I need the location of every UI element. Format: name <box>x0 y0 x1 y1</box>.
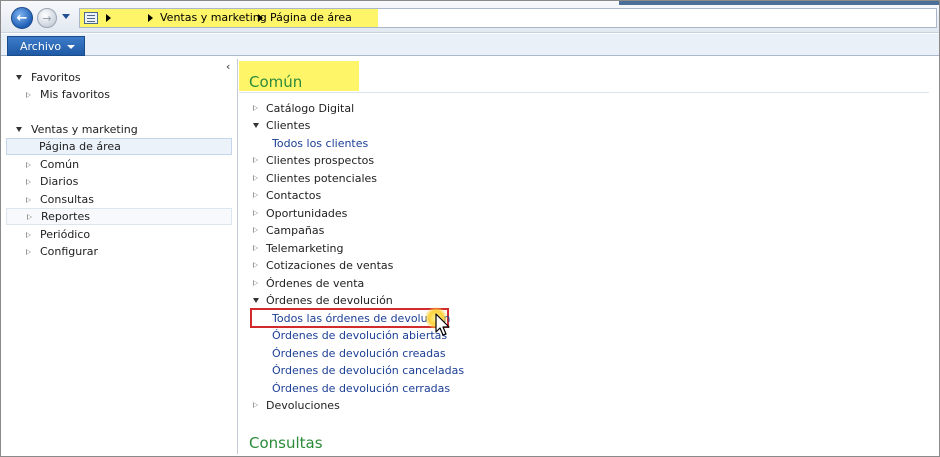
menu-item-label: Oportunidades <box>266 206 348 220</box>
tree-item-area-page[interactable]: Página de área <box>6 138 232 155</box>
back-button[interactable]: ← <box>11 7 33 29</box>
expanded-icon <box>16 127 22 132</box>
menu-item-label: Contactos <box>266 188 322 202</box>
collapsed-icon <box>253 210 258 216</box>
tree-item-inquiries[interactable]: Consultas <box>6 191 232 208</box>
section-divider <box>239 92 929 93</box>
menu-item-label: Órdenes de venta <box>266 276 365 290</box>
link-all-customers[interactable]: Todos los clientes <box>272 135 368 151</box>
link-open-return-orders[interactable]: Órdenes de devolución abiertas <box>272 327 447 343</box>
collapsed-icon <box>26 178 31 185</box>
tree-item-common[interactable]: Común <box>6 156 232 173</box>
pane-splitter[interactable] <box>237 59 238 454</box>
section-title-inquiries: Consultas <box>249 434 323 452</box>
mouse-cursor <box>425 307 455 339</box>
app-window: ← → Ventas y marketing Página de área Ar… <box>0 0 940 457</box>
menu-item-prospects[interactable]: Clientes prospectos <box>239 152 374 168</box>
address-bar[interactable]: Ventas y marketing Página de área <box>79 8 937 28</box>
file-menu-button[interactable]: Archivo <box>7 36 85 56</box>
collapsed-icon <box>26 161 31 168</box>
pointer-icon <box>435 313 450 336</box>
file-menu-label: Archivo <box>20 39 62 53</box>
menu-item-potential-customers[interactable]: Clientes potenciales <box>239 170 377 186</box>
menu-group-return-orders[interactable]: Órdenes de devolución <box>239 292 393 308</box>
collapsed-icon <box>253 280 258 286</box>
collapsed-icon <box>26 196 31 203</box>
tree-item-setup[interactable]: Configurar <box>6 243 232 260</box>
expanded-icon <box>253 122 259 128</box>
tree-item-label: Configurar <box>40 245 99 258</box>
tree-group-favorites[interactable]: Favoritos <box>6 69 232 86</box>
tree-item-label: Mis favoritos <box>40 88 110 101</box>
chevron-right-icon[interactable] <box>106 14 111 22</box>
collapsed-icon <box>253 175 258 181</box>
tree-group-sales-marketing[interactable]: Ventas y marketing <box>6 121 232 138</box>
collapsed-icon <box>26 231 31 238</box>
collapsed-icon <box>253 157 258 163</box>
tree-item-label: Reportes <box>41 210 90 223</box>
tree-item-reports[interactable]: Reportes <box>6 208 232 225</box>
expanded-icon <box>253 297 259 303</box>
collapsed-icon <box>253 262 258 268</box>
collapsed-icon <box>26 248 31 255</box>
menu-item-sales-quotations[interactable]: Cotizaciones de ventas <box>239 257 393 273</box>
history-dropdown-icon[interactable] <box>62 14 70 19</box>
menu-group-customers[interactable]: Clientes <box>239 117 310 133</box>
collapsed-icon <box>253 402 258 408</box>
chevron-right-icon[interactable] <box>258 14 263 22</box>
tree-item-journals[interactable]: Diarios <box>6 173 232 190</box>
tree-group-label: Ventas y marketing <box>31 123 138 136</box>
arrow-left-icon: ← <box>16 10 28 26</box>
tree-item-label: Común <box>40 158 80 171</box>
menu-item-digital-catalog[interactable]: Catálogo Digital <box>239 100 354 116</box>
collapsed-icon <box>253 192 258 198</box>
tree-group-label: Favoritos <box>31 71 81 84</box>
menu-item-label: Órdenes de devolución <box>266 293 393 307</box>
chevron-down-icon <box>67 45 75 49</box>
menu-item-label: Campañas <box>266 223 325 237</box>
collapsed-icon <box>253 245 258 251</box>
menu-item-telemarketing[interactable]: Telemarketing <box>239 240 344 256</box>
menu-item-campaigns[interactable]: Campañas <box>239 222 324 238</box>
tree-item-label: Periódico <box>40 228 91 241</box>
forward-button[interactable]: → <box>37 8 57 28</box>
tree-item-label: Consultas <box>40 193 94 206</box>
menu-item-sales-orders[interactable]: Órdenes de venta <box>239 275 364 291</box>
navigation-pane: ‹ Favoritos Mis favoritos Ventas y marke… <box>6 59 236 454</box>
menu-item-label: Devoluciones <box>266 398 340 412</box>
menu-item-returns[interactable]: Devoluciones <box>239 397 340 413</box>
menu-item-opportunities[interactable]: Oportunidades <box>239 205 347 221</box>
link-closed-return-orders[interactable]: Órdenes de devolución cerradas <box>272 380 450 396</box>
section-title-common: Común <box>239 61 359 91</box>
link-canceled-return-orders[interactable]: Órdenes de devolución canceladas <box>272 362 464 378</box>
chevron-right-icon[interactable] <box>148 14 153 22</box>
collapsed-icon <box>253 227 258 233</box>
collapsed-icon <box>253 105 258 111</box>
menu-item-label: Clientes <box>266 118 311 132</box>
breadcrumb-page[interactable]: Página de área <box>270 11 352 24</box>
menu-item-contacts[interactable]: Contactos <box>239 187 321 203</box>
menu-item-label: Cotizaciones de ventas <box>266 258 394 272</box>
tree-item-my-favorites[interactable]: Mis favoritos <box>6 86 232 103</box>
tree-item-label: Página de área <box>39 140 121 153</box>
arrow-right-icon: → <box>42 11 52 25</box>
ribbon: Archivo <box>1 34 939 56</box>
tree-item-label: Diarios <box>40 175 79 188</box>
menu-item-label: Clientes potenciales <box>266 171 378 185</box>
area-page-content: Común Catálogo Digital Clientes Todos lo… <box>239 59 929 454</box>
menu-item-label: Catálogo Digital <box>266 101 355 115</box>
link-all-return-orders[interactable]: Todos las órdenes de devolución <box>272 310 450 326</box>
grid-icon[interactable] <box>84 12 98 24</box>
link-created-return-orders[interactable]: Órdenes de devolución creadas <box>272 345 446 361</box>
collapsed-icon <box>27 213 32 220</box>
collapsed-icon <box>26 91 31 98</box>
navigation-bar: ← → Ventas y marketing Página de área <box>1 1 939 33</box>
menu-item-label: Clientes prospectos <box>266 153 375 167</box>
menu-item-label: Telemarketing <box>266 241 344 255</box>
breadcrumb-module[interactable]: Ventas y marketing <box>160 11 267 24</box>
title-strip <box>619 1 939 5</box>
tree-item-periodic[interactable]: Periódico <box>6 226 232 243</box>
expanded-icon <box>16 75 22 80</box>
